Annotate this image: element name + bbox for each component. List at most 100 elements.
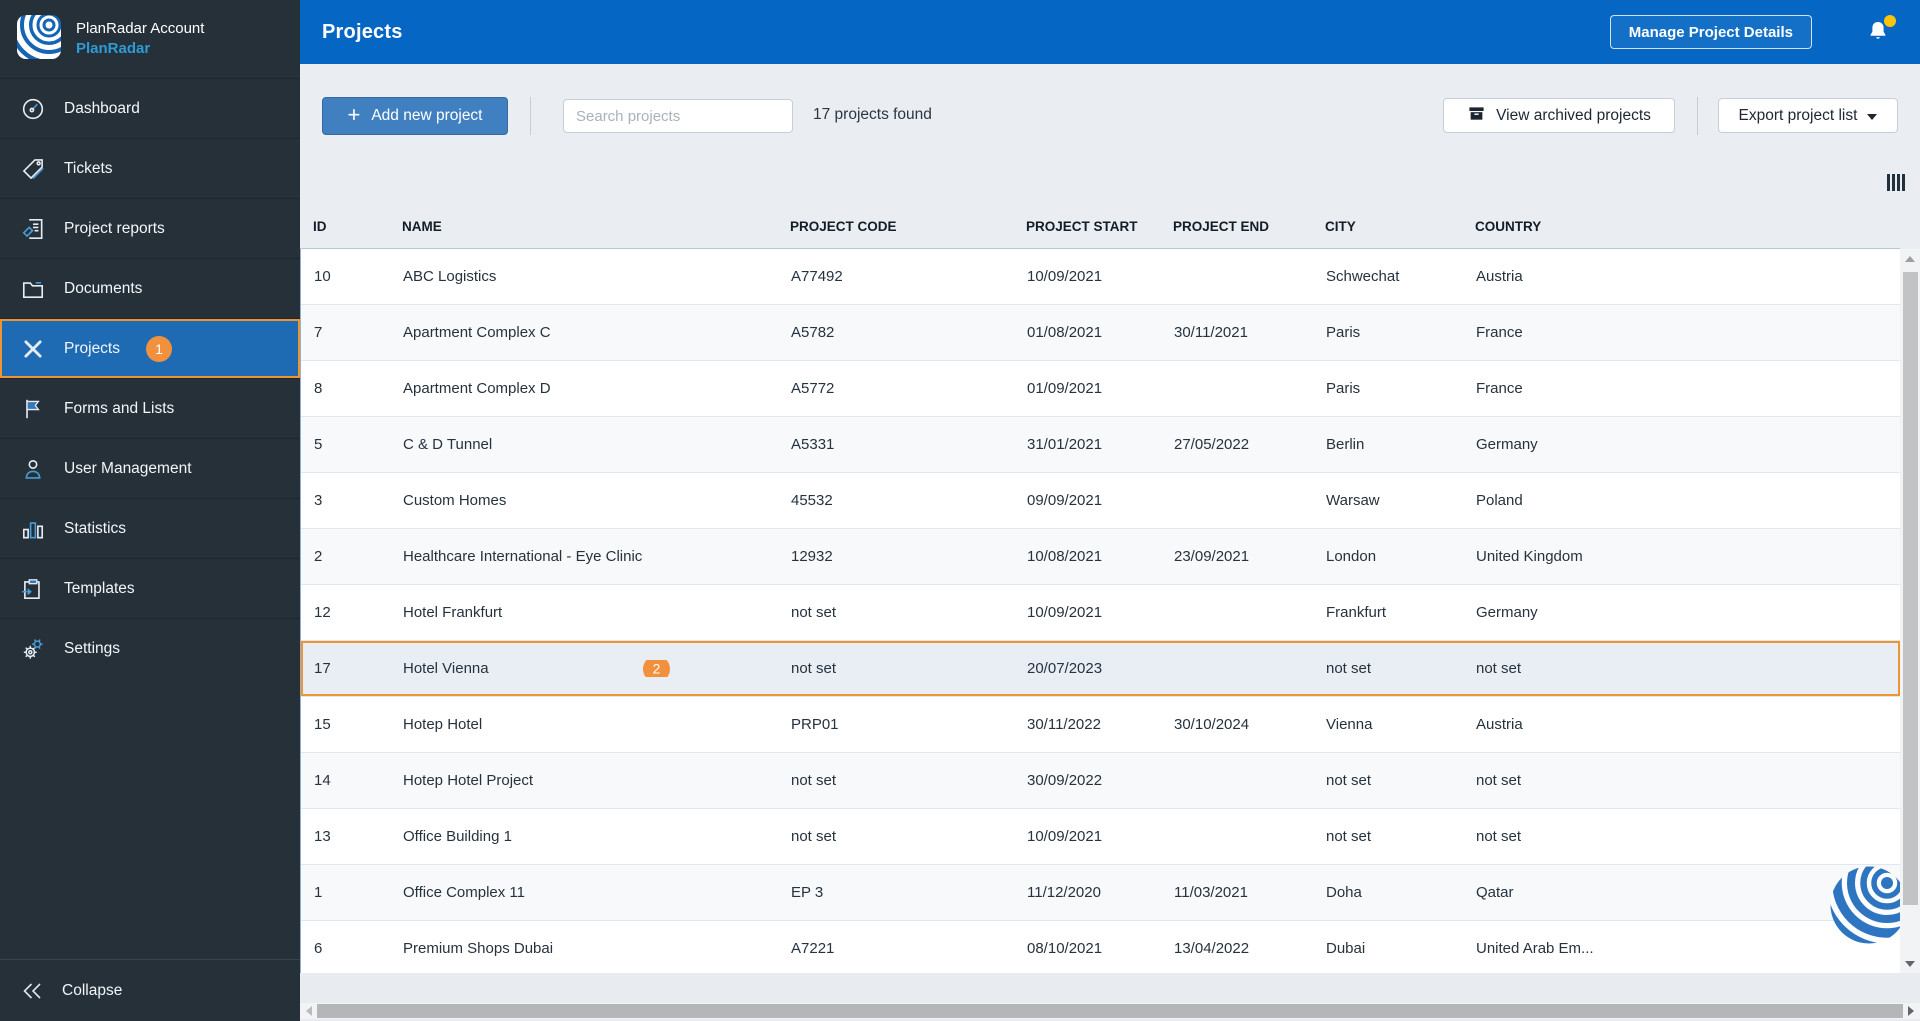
- cell-name: Hotep Hotel Project: [403, 772, 534, 789]
- column-header-project-code[interactable]: PROJECT CODE: [790, 219, 1026, 234]
- sidebar-item-label: Dashboard: [64, 99, 140, 117]
- sidebar-item-templates[interactable]: Templates: [0, 558, 300, 618]
- sidebar-item-project-reports[interactable]: Project reports: [0, 198, 300, 258]
- column-header-country[interactable]: COUNTRY: [1475, 219, 1900, 234]
- scroll-right-arrow-icon[interactable]: [1908, 1006, 1914, 1016]
- cell-city: Doha: [1326, 884, 1362, 901]
- column-header-city[interactable]: CITY: [1325, 219, 1475, 234]
- column-header-project-start[interactable]: PROJECT START: [1026, 219, 1173, 234]
- sidebar-item-settings[interactable]: Settings: [0, 618, 300, 678]
- sidebar-item-user-management[interactable]: User Management: [0, 438, 300, 498]
- sidebar-item-tickets[interactable]: Tickets: [0, 138, 300, 198]
- cell-project-start: 01/09/2021: [1027, 380, 1103, 397]
- table-header-row: ID NAME PROJECT CODE PROJECT START PROJECT E…: [300, 205, 1900, 249]
- cell-city: Schwechat: [1326, 268, 1400, 285]
- cell-city: Warsaw: [1326, 492, 1380, 509]
- sidebar-item-label: Forms and Lists: [64, 399, 175, 417]
- view-archived-projects-button[interactable]: View archived projects: [1443, 98, 1675, 133]
- scroll-down-arrow-icon[interactable]: [1905, 961, 1915, 967]
- cell-name: Office Complex 11: [403, 884, 525, 901]
- table-row-office-complex-11[interactable]: 1 Office Complex 11 EP 3 11/12/2020 11/0…: [301, 865, 1900, 921]
- manage-project-details-button[interactable]: Manage Project Details: [1609, 15, 1812, 49]
- collapse-button[interactable]: Collapse: [0, 959, 300, 1021]
- column-settings-icon[interactable]: [1881, 171, 1905, 193]
- scroll-up-arrow-icon[interactable]: [1905, 256, 1915, 262]
- main-content: Projects Manage Project Details + Add ne…: [300, 0, 1920, 1021]
- cell-name: Hotep Hotel: [403, 716, 483, 733]
- cell-city: not set: [1326, 660, 1372, 677]
- vertical-scrollbar[interactable]: [1900, 249, 1920, 973]
- cell-project-end: 30/10/2024: [1174, 716, 1250, 733]
- table-row-healthcare-international-eye-clinic[interactable]: 2 Healthcare International - Eye Clinic …: [301, 529, 1900, 585]
- cell-id: 14: [314, 772, 331, 789]
- cell-name: Healthcare International - Eye Clinic: [403, 548, 643, 565]
- horizontal-scrollbar-thumb[interactable]: [317, 1004, 1903, 1018]
- planradar-watermark-logo: [1830, 866, 1908, 944]
- cell-country: not set: [1476, 828, 1522, 845]
- table-row-office-building-1[interactable]: 13 Office Building 1 not set 10/09/2021 …: [301, 809, 1900, 865]
- results-count: 17 projects found: [813, 106, 932, 123]
- sidebar-item-label: Documents: [64, 279, 143, 297]
- add-new-project-button[interactable]: + Add new project: [322, 97, 508, 135]
- notifications-button[interactable]: [1866, 15, 1896, 45]
- table-row-c-d-tunnel[interactable]: 5 C & D Tunnel A5331 31/01/2021 27/05/20…: [301, 417, 1900, 473]
- column-header-name[interactable]: NAME: [402, 219, 790, 234]
- tickets-icon: [20, 156, 46, 182]
- cell-name: Premium Shops Dubai: [403, 940, 554, 957]
- cell-project-start: 10/09/2021: [1027, 604, 1103, 621]
- cell-project-code: A5782: [791, 324, 835, 341]
- documents-icon: [20, 276, 46, 302]
- table-row-abc-logistics[interactable]: 10 ABC Logistics A77492 10/09/2021 Schwe…: [301, 249, 1900, 305]
- sidebar-item-forms-and-lists[interactable]: Forms and Lists: [0, 378, 300, 438]
- collapse-label: Collapse: [62, 981, 123, 999]
- templates-icon: [20, 576, 46, 602]
- archive-box-icon: [1467, 104, 1486, 128]
- cell-id: 6: [314, 940, 323, 957]
- cell-city: not set: [1326, 772, 1372, 789]
- account-name: PlanRadar: [76, 40, 151, 57]
- column-header-id[interactable]: ID: [313, 219, 402, 234]
- sidebar-item-statistics[interactable]: Statistics: [0, 498, 300, 558]
- export-project-list-button[interactable]: Export project list: [1718, 98, 1898, 133]
- table-row-hotep-hotel-project[interactable]: 14 Hotep Hotel Project not set 30/09/202…: [301, 753, 1900, 809]
- cell-name: Custom Homes: [403, 492, 507, 509]
- sidebar-item-projects[interactable]: Projects 1: [0, 318, 300, 378]
- cell-project-end: 23/09/2021: [1174, 548, 1250, 565]
- scroll-left-arrow-icon[interactable]: [306, 1006, 312, 1016]
- horizontal-scrollbar[interactable]: [300, 1003, 1920, 1019]
- table-row-hotel-vienna[interactable]: 17 Hotel Vienna 2 not set 20/07/2023 not …: [301, 641, 1900, 697]
- sidebar-item-label: Statistics: [64, 519, 127, 537]
- cell-project-code: A77492: [791, 268, 843, 285]
- table-row-custom-homes[interactable]: 3 Custom Homes 45532 09/09/2021 Warsaw P…: [301, 473, 1900, 529]
- account-header[interactable]: PlanRadar Account PlanRadar: [0, 0, 300, 78]
- search-input[interactable]: [563, 99, 793, 133]
- sidebar-item-documents[interactable]: Documents: [0, 258, 300, 318]
- cell-project-code: not set: [791, 772, 837, 789]
- table-row-premium-shops-dubai[interactable]: 6 Premium Shops Dubai A7221 08/10/2021 1…: [301, 921, 1900, 973]
- cell-country: not set: [1476, 660, 1522, 677]
- cell-project-start: 20/07/2023: [1027, 660, 1103, 677]
- export-label: Export project list: [1738, 106, 1858, 124]
- cell-city: not set: [1326, 828, 1372, 845]
- cell-project-end: 27/05/2022: [1174, 436, 1250, 453]
- vertical-scrollbar-thumb[interactable]: [1902, 272, 1918, 905]
- column-header-project-end[interactable]: PROJECT END: [1173, 219, 1325, 234]
- cell-project-code: EP 3: [791, 884, 824, 901]
- cell-project-end: 11/03/2021: [1174, 884, 1248, 901]
- cell-name: Hotel Frankfurt: [403, 604, 503, 621]
- sidebar-item-label: Project reports: [64, 219, 165, 237]
- cell-project-code: A5331: [791, 436, 835, 453]
- plus-icon: +: [347, 102, 361, 127]
- ticket-count-badge: 2: [643, 660, 670, 677]
- sidebar-item-label: User Management: [64, 459, 192, 477]
- table-row-apartment-complex-c[interactable]: 7 Apartment Complex C A5782 01/08/2021 3…: [301, 305, 1900, 361]
- cell-id: 17: [314, 660, 331, 677]
- cell-id: 10: [314, 268, 331, 285]
- table-row-hotep-hotel[interactable]: 15 Hotep Hotel PRP01 30/11/2022 30/10/20…: [301, 697, 1900, 753]
- table-row-apartment-complex-d[interactable]: 8 Apartment Complex D A5772 01/09/2021 P…: [301, 361, 1900, 417]
- cell-id: 1: [314, 884, 323, 901]
- sidebar-item-dashboard[interactable]: Dashboard: [0, 78, 300, 138]
- cell-country: France: [1476, 380, 1523, 397]
- page-title: Projects: [322, 20, 403, 43]
- table-row-hotel-frankfurt[interactable]: 12 Hotel Frankfurt not set 10/09/2021 Fr…: [301, 585, 1900, 641]
